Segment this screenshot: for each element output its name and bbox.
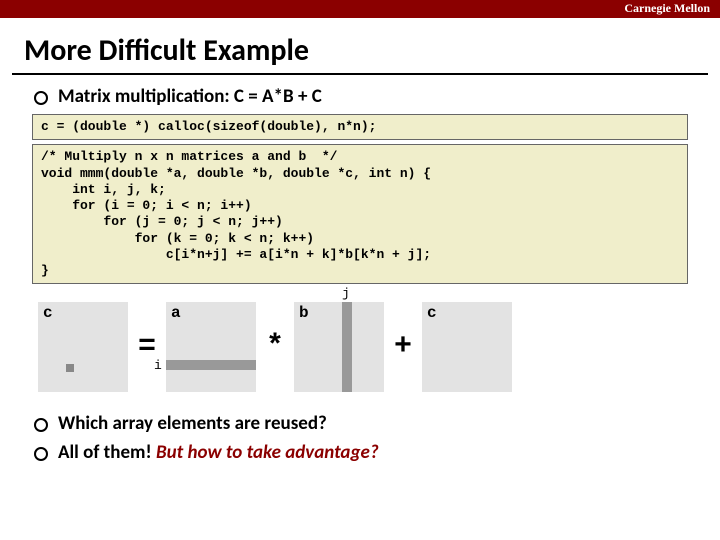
bullet-icon — [34, 91, 48, 105]
col-highlight — [342, 302, 352, 392]
bullet-item: Matrix multiplication: C = A*B + C — [34, 85, 720, 108]
bullet-text: All of them! But how to take advantage? — [58, 441, 379, 464]
row-highlight — [166, 360, 256, 370]
matrix-c-left: c — [38, 302, 128, 392]
slide-title: More Difficult Example — [24, 32, 720, 69]
matrix-label: b — [299, 304, 309, 322]
bullet-list-bottom: Which array elements are reused? All of … — [34, 412, 720, 464]
matrix-a: a i — [166, 302, 256, 392]
matrix-b: b j — [294, 302, 384, 392]
brand-text: Carnegie Mellon — [624, 1, 710, 16]
bullet-item: Which array elements are reused? — [34, 412, 720, 435]
title-underline — [12, 73, 708, 75]
times-op: * — [266, 330, 284, 364]
top-bar: Carnegie Mellon — [0, 0, 720, 18]
matrix-label: a — [171, 304, 181, 322]
matrix-label: c — [427, 304, 437, 322]
code-block-1: c = (double *) calloc(sizeof(double), n*… — [32, 114, 688, 140]
matrix-c-right: c — [422, 302, 512, 392]
cell-marker — [66, 364, 74, 372]
matrix-diagram: c = a i * b j + c — [32, 292, 688, 402]
code-block-2: /* Multiply n x n matrices a and b */ vo… — [32, 144, 688, 284]
bullet-text: Which array elements are reused? — [58, 412, 327, 435]
bullet-text-part: All of them! — [58, 441, 156, 464]
bullet-icon — [34, 447, 48, 461]
axis-j: j — [342, 286, 350, 301]
plus-op: + — [394, 330, 412, 364]
axis-i: i — [154, 358, 162, 373]
bullet-text: Matrix multiplication: C = A*B + C — [58, 85, 322, 108]
bullet-icon — [34, 418, 48, 432]
bullet-list-top: Matrix multiplication: C = A*B + C — [34, 85, 720, 108]
bullet-item: All of them! But how to take advantage? — [34, 441, 720, 464]
bullet-text-emphasis: But how to take advantage? — [156, 441, 379, 464]
matrix-label: c — [43, 304, 53, 322]
